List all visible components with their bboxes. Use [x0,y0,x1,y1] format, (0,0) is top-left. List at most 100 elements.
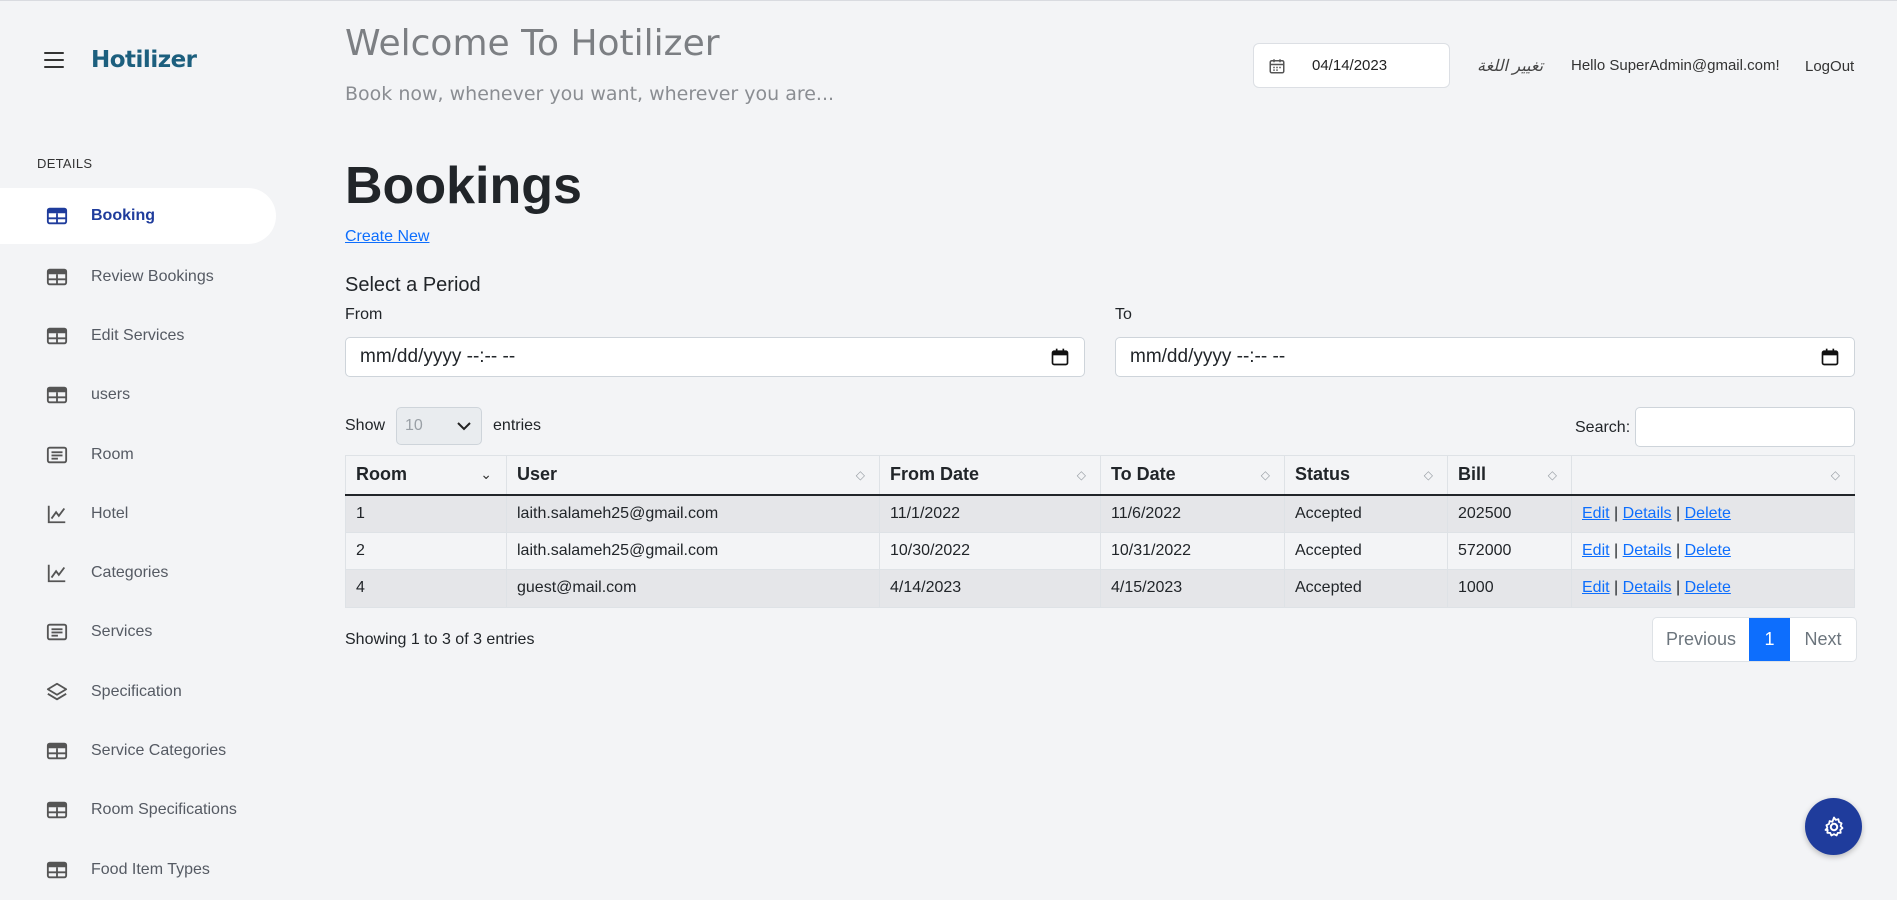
entries-value: 10 [405,417,423,434]
page-title: Bookings [345,157,582,215]
calendar-icon[interactable] [1820,347,1840,367]
to-datetime-input[interactable]: mm/dd/yyyy --:-- -- [1115,337,1855,377]
separator: | [1676,579,1681,597]
sidebar-item-label: users [91,386,131,404]
settings-fab-button[interactable] [1805,798,1862,855]
edit-link[interactable]: Edit [1582,505,1610,522]
separator: | [1614,541,1619,559]
sidebar-item-label: Specification [91,682,182,700]
table-icon [45,739,69,763]
logout-link[interactable]: LogOut [1805,58,1854,75]
chevron-down-icon [457,422,471,431]
tagline: Book now, whenever you want, wherever yo… [345,83,835,105]
delete-link[interactable]: Delete [1685,505,1731,522]
column-header-actions[interactable]: ◇ [1571,455,1855,496]
cell-user: guest@mail.com [506,569,880,608]
cell-status: Accepted [1284,494,1448,533]
sidebar-item-services[interactable]: Services [0,603,276,662]
cell-from-date: 10/30/2022 [879,531,1101,570]
column-header-bill[interactable]: Bill ◇ [1447,455,1572,496]
table-row: 2 laith.salameh25@gmail.com 10/30/2022 1… [345,531,1855,570]
delete-link[interactable]: Delete [1685,579,1731,596]
section-title: DETAILS [37,156,93,171]
separator: | [1614,579,1619,597]
sidebar-item-room[interactable]: Room [0,425,276,484]
previous-button[interactable]: Previous [1653,618,1749,661]
page-1-button[interactable]: 1 [1749,618,1790,661]
table-icon [45,204,69,228]
column-label: Status [1295,464,1351,485]
language-toggle[interactable]: تغيير اللغة [1477,56,1543,76]
cell-to-date: 10/31/2022 [1100,531,1285,570]
sidebar-item-label: Review Bookings [91,267,214,285]
cell-actions: Edit | Details | Delete [1571,494,1855,533]
calendar-icon [1269,58,1285,73]
date-value: 04/14/2023 [1312,57,1388,74]
entries-select[interactable]: 10 [396,407,483,445]
sidebar-item-booking[interactable]: Booking [0,188,276,244]
bookings-table: Room ⌄ User ◇ From Date ◇ To Date ◇ Status ◇ … [345,455,1855,608]
delete-link[interactable]: Delete [1685,542,1731,559]
from-datetime-input[interactable]: mm/dd/yyyy --:-- -- [345,337,1085,377]
column-label: To Date [1111,464,1176,485]
sidebar-item-hotel[interactable]: Hotel [0,484,276,543]
cell-actions: Edit | Details | Delete [1571,531,1855,570]
sidebar-item-edit-services[interactable]: Edit Services [0,306,276,365]
table-row: 1 laith.salameh25@gmail.com 11/1/2022 11… [345,494,1855,533]
edit-link[interactable]: Edit [1582,542,1610,559]
sidebar-item-label: Food Item Types [91,860,210,878]
cell-room: 4 [345,569,507,608]
chart-line-icon [45,561,69,585]
sidebar-item-label: Services [91,623,153,641]
layers-icon [45,680,69,704]
next-button[interactable]: Next [1790,618,1856,661]
sidebar-item-label: Service Categories [91,742,227,760]
search-input[interactable] [1635,407,1855,447]
sidebar-item-food-item-types[interactable]: Food Item Types [0,840,276,899]
sidebar-nav: Booking Review Bookings Edit Services us… [0,188,276,899]
details-link[interactable]: Details [1623,542,1672,559]
details-link[interactable]: Details [1623,579,1672,596]
table-row: 4 guest@mail.com 4/14/2023 4/15/2023 Acc… [345,569,1855,608]
edit-link[interactable]: Edit [1582,579,1610,596]
table-icon [45,324,69,348]
sidebar-item-review-bookings[interactable]: Review Bookings [0,247,276,306]
sidebar-item-categories[interactable]: Categories [0,543,276,602]
cell-from-date: 11/1/2022 [879,494,1101,533]
calendar-icon[interactable] [1050,347,1070,367]
column-header-to-date[interactable]: To Date ◇ [1100,455,1285,496]
column-header-user[interactable]: User ◇ [506,455,880,496]
show-label: Show [345,417,386,434]
sidebar-item-users[interactable]: users [0,366,276,425]
search-label: Search: [1575,419,1631,436]
sidebar: Hotilizer DETAILS Booking Review Booking… [0,1,276,900]
sidebar-item-service-categories[interactable]: Service Categories [0,721,276,780]
cell-user: laith.salameh25@gmail.com [506,531,880,570]
date-picker[interactable]: 04/14/2023 [1253,43,1450,88]
table-icon [45,858,69,882]
gear-icon [1824,816,1843,836]
column-header-status[interactable]: Status ◇ [1284,455,1448,496]
cell-status: Accepted [1284,531,1448,570]
column-header-from-date[interactable]: From Date ◇ [879,455,1101,496]
column-header-room[interactable]: Room ⌄ [345,455,507,496]
menu-toggle-icon[interactable] [44,52,64,68]
create-new-link[interactable]: Create New [345,228,429,246]
cell-status: Accepted [1284,569,1448,608]
logo[interactable]: Hotilizer [91,47,197,73]
column-label: From Date [890,464,980,485]
card-text-icon [45,620,69,644]
sidebar-item-label: Hotel [91,504,129,522]
details-link[interactable]: Details [1623,505,1672,522]
cell-room: 1 [345,494,507,533]
sidebar-item-label: Room [91,445,134,463]
welcome-title: Welcome To Hotilizer [345,23,720,64]
sort-desc-icon: ⌄ [480,466,492,482]
sort-icon: ◇ [855,468,865,482]
entries-length-control: Show 10 entries [345,407,541,445]
pagination: Previous 1 Next [1652,617,1857,662]
sidebar-item-specification[interactable]: Specification [0,662,276,721]
sidebar-item-room-specifications[interactable]: Room Specifications [0,781,276,840]
cell-room: 2 [345,531,507,570]
user-greeting: Hello SuperAdmin@gmail.com! [1571,57,1780,74]
